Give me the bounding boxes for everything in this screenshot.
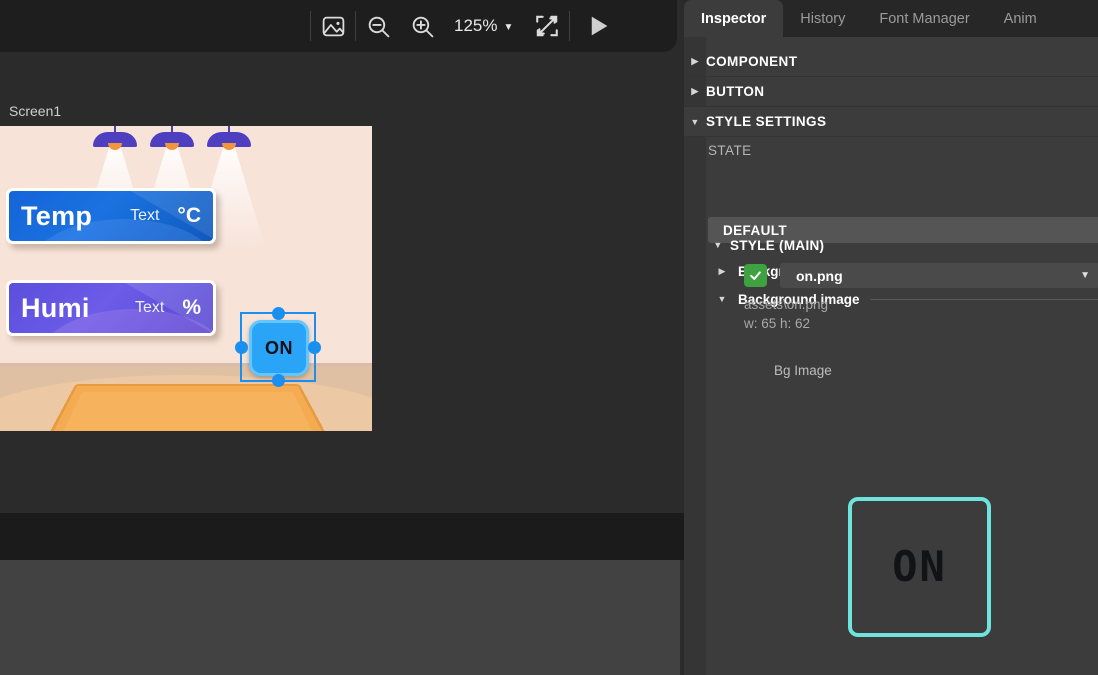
chevron-right-icon: ▶ bbox=[684, 86, 706, 97]
humi-widget-value: Text bbox=[135, 299, 168, 317]
table-inner-surface bbox=[59, 392, 315, 431]
play-icon[interactable] bbox=[570, 4, 626, 48]
section-button-label: BUTTON bbox=[706, 84, 764, 99]
lower-panel[interactable] bbox=[0, 560, 680, 675]
temp-widget-name: Temp bbox=[9, 201, 92, 232]
chevron-right-icon: ▶ bbox=[706, 266, 738, 277]
app-window: 125% ▼ Screen1 bbox=[0, 0, 1098, 675]
state-label: STATE bbox=[708, 143, 752, 158]
fit-screen-icon[interactable] bbox=[525, 4, 569, 48]
section-component[interactable]: ▶ COMPONENT bbox=[684, 47, 1098, 77]
style-main-header[interactable]: ▼ STYLE (MAIN) bbox=[706, 231, 1098, 259]
chevron-down-icon: ▼ bbox=[1080, 270, 1098, 281]
temp-widget[interactable]: Temp Text °C bbox=[6, 188, 216, 244]
tab-inspector[interactable]: Inspector bbox=[684, 0, 783, 37]
inspector-tab-bar: Inspector History Font Manager Anim bbox=[684, 0, 1098, 37]
resize-handle-left[interactable] bbox=[235, 341, 248, 354]
chevron-down-icon: ▼ bbox=[706, 294, 738, 304]
section-component-label: COMPONENT bbox=[706, 54, 797, 69]
zoom-out-icon[interactable] bbox=[356, 4, 400, 48]
table-graphic bbox=[39, 384, 335, 431]
chevron-down-icon: ▼ bbox=[684, 117, 706, 127]
chevron-down-icon[interactable]: ▼ bbox=[499, 20, 525, 33]
temp-widget-value: Text bbox=[130, 207, 163, 225]
toolbar-left-spacer bbox=[0, 26, 310, 27]
chevron-down-icon: ▼ bbox=[706, 240, 730, 250]
tab-font-manager[interactable]: Font Manager bbox=[862, 0, 986, 37]
on-button[interactable]: ON bbox=[249, 320, 309, 376]
tab-history[interactable]: History bbox=[783, 0, 862, 37]
inspector-body: ▶ COMPONENT ▶ BUTTON ▼ STYLE SETTINGS ST… bbox=[684, 37, 1098, 675]
canvas-toolbar: 125% ▼ bbox=[0, 0, 677, 52]
asset-preview-image: ON bbox=[848, 497, 991, 637]
resize-handle-bottom[interactable] bbox=[272, 374, 285, 387]
asset-preview: ON bbox=[847, 494, 992, 639]
image-icon[interactable] bbox=[311, 4, 355, 48]
timeline-strip[interactable] bbox=[0, 513, 684, 560]
bg-image-file-value: on.png bbox=[780, 268, 843, 284]
asset-dimensions-text: w: 65 h: 62 bbox=[744, 316, 810, 331]
section-button[interactable]: ▶ BUTTON bbox=[684, 77, 1098, 107]
selection-box: ON bbox=[240, 312, 316, 382]
zoom-level-value[interactable]: 125% bbox=[444, 16, 499, 36]
asset-preview-label: ON bbox=[892, 542, 947, 591]
screen-name-label: Screen1 bbox=[9, 103, 61, 119]
resize-handle-right[interactable] bbox=[308, 341, 321, 354]
humi-widget[interactable]: Humi Text % bbox=[6, 280, 216, 336]
bg-image-checkbox[interactable] bbox=[744, 264, 767, 287]
bg-image-field-label: Bg Image bbox=[774, 363, 832, 378]
section-style-settings-label: STYLE SETTINGS bbox=[706, 114, 826, 129]
inspector-panel: Inspector History Font Manager Anim ▶ CO… bbox=[684, 0, 1098, 675]
editor-area: 125% ▼ Screen1 bbox=[0, 0, 684, 675]
zoom-in-icon[interactable] bbox=[400, 4, 444, 48]
bg-image-file-dropdown[interactable]: on.png ▼ bbox=[780, 263, 1098, 288]
asset-path-text: assets\on.png bbox=[744, 297, 828, 312]
device-canvas[interactable]: Temp Text °C Humi Text % ON bbox=[0, 126, 372, 431]
temp-widget-unit: °C bbox=[163, 204, 213, 228]
tab-animation[interactable]: Anim bbox=[987, 0, 1037, 37]
property-rule bbox=[870, 299, 1098, 300]
chevron-right-icon: ▶ bbox=[684, 56, 706, 67]
on-button-label: ON bbox=[265, 338, 293, 359]
humi-widget-unit: % bbox=[168, 296, 213, 320]
style-main-label: STYLE (MAIN) bbox=[730, 238, 824, 253]
section-style-settings[interactable]: ▼ STYLE SETTINGS bbox=[684, 107, 1098, 137]
resize-handle-top[interactable] bbox=[272, 307, 285, 320]
humi-widget-name: Humi bbox=[9, 293, 90, 324]
